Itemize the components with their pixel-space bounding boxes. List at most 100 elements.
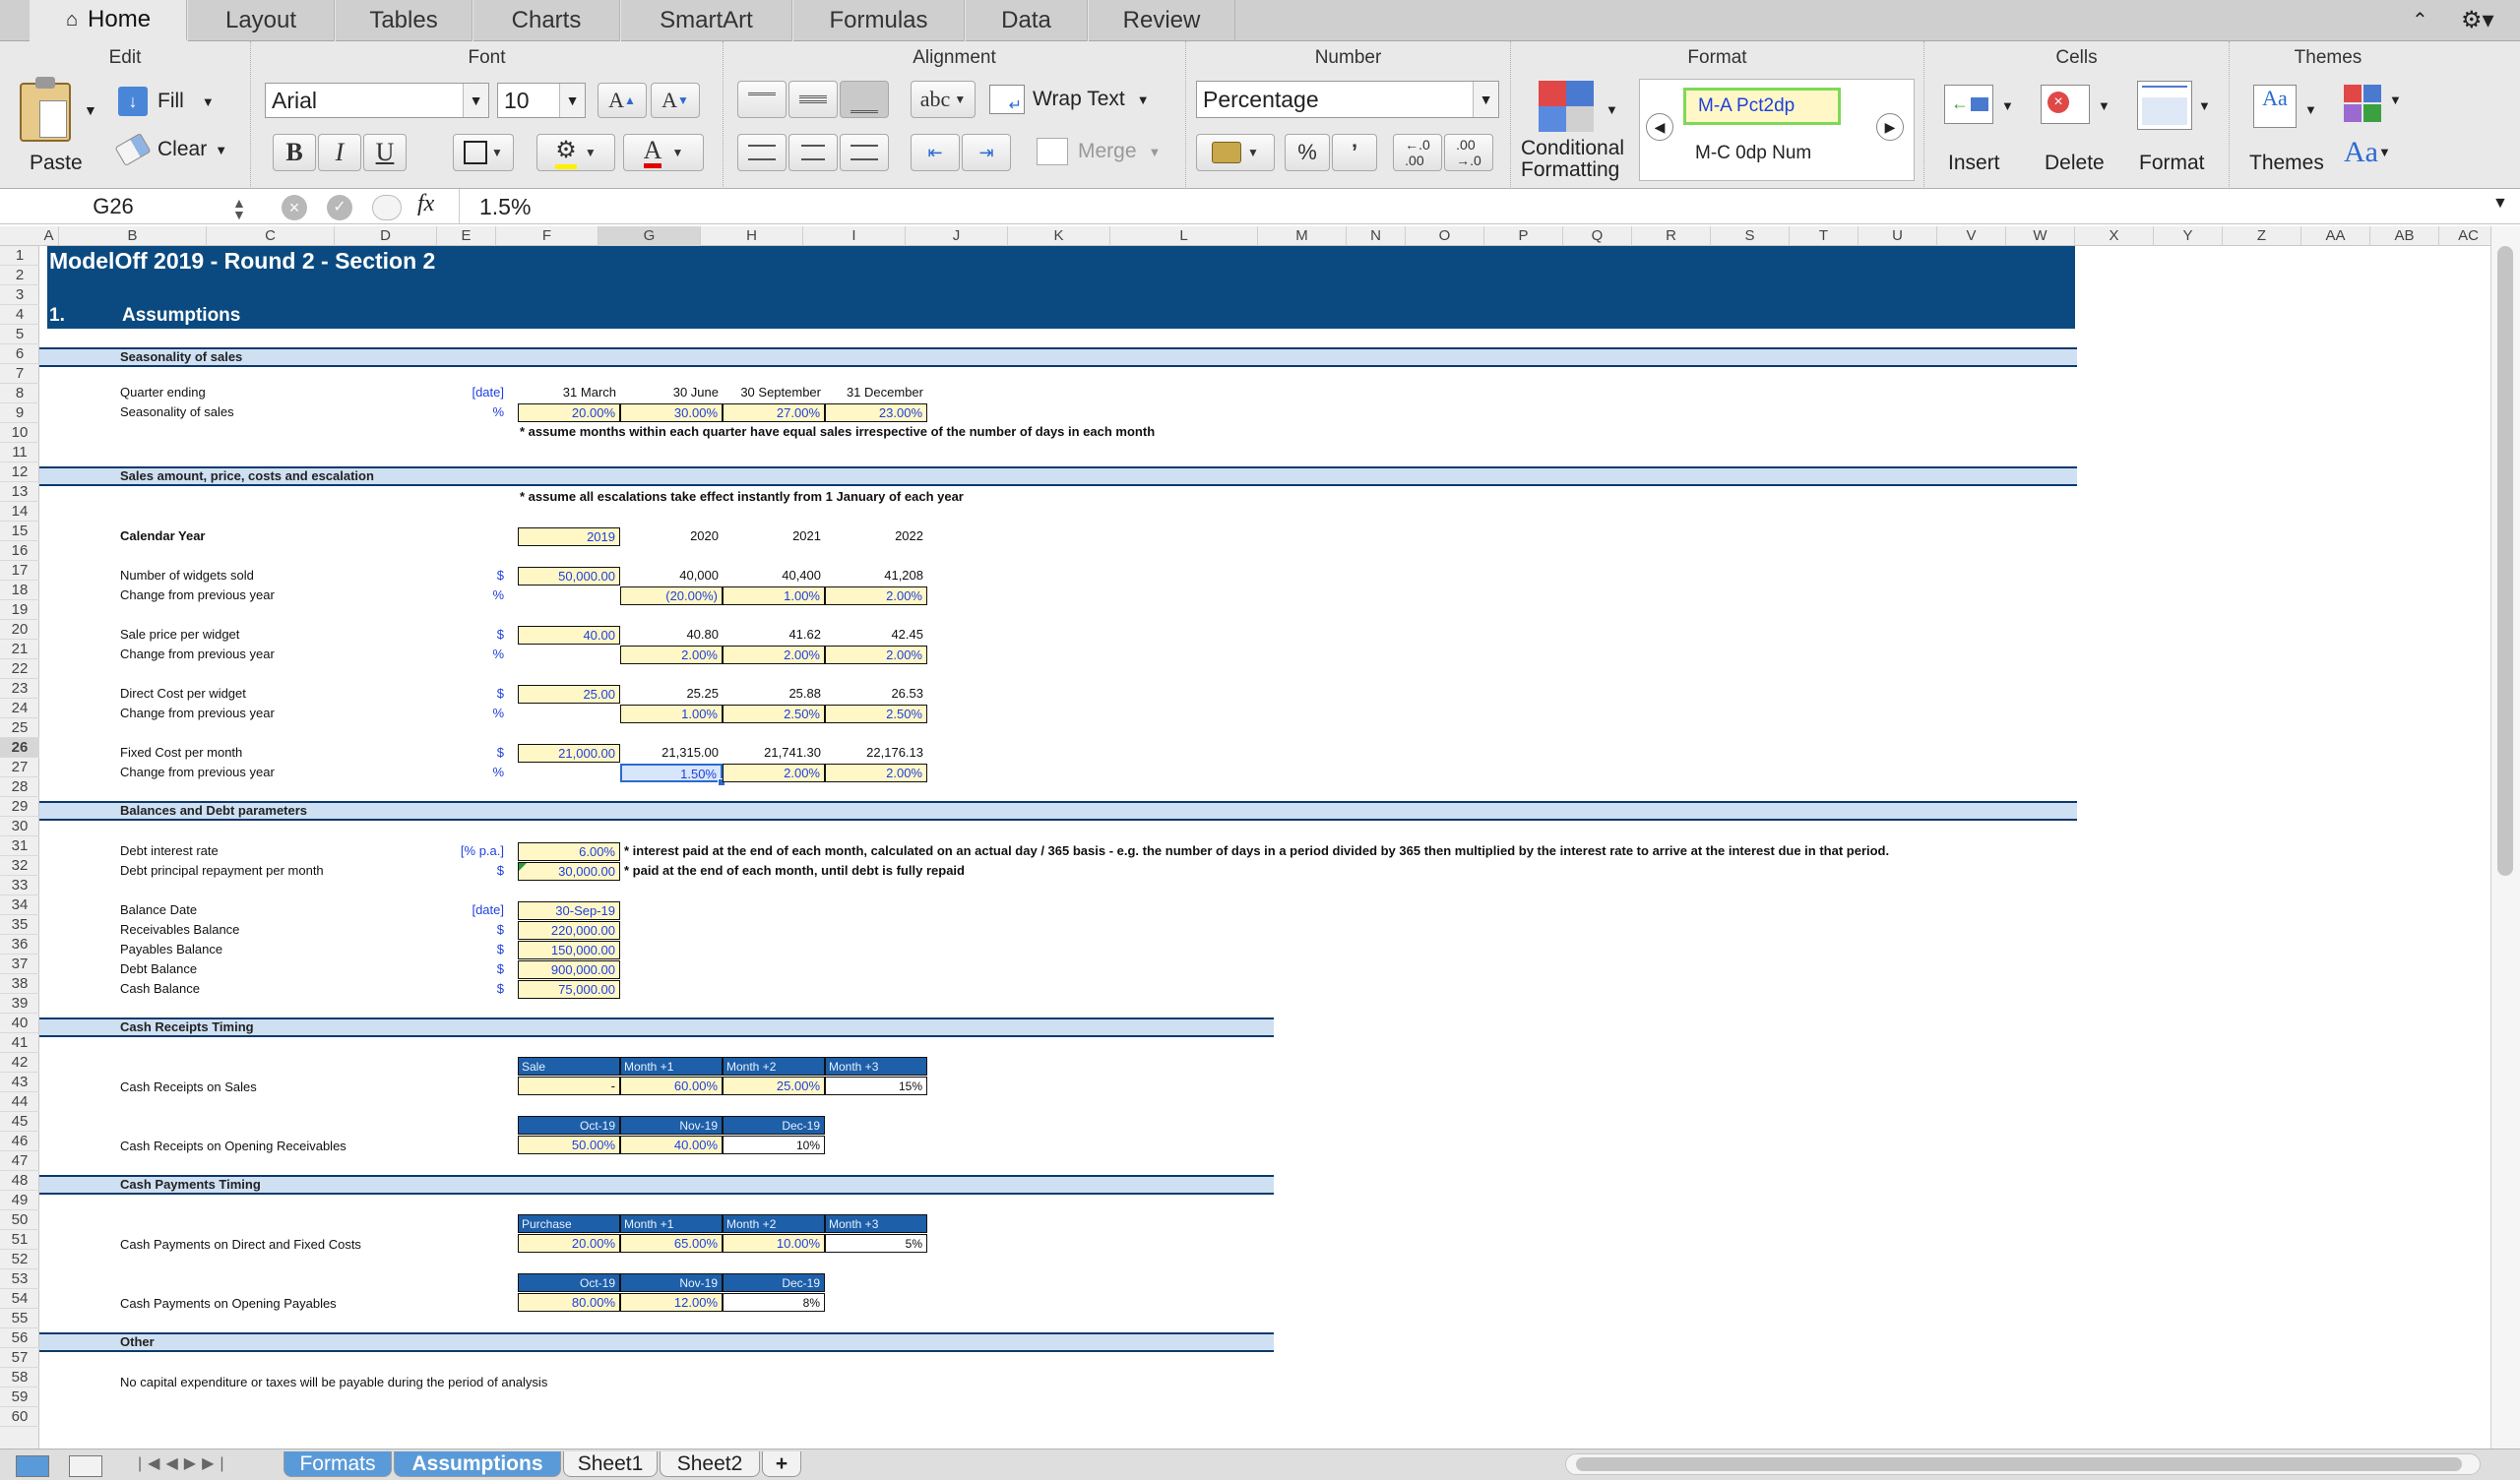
row-header[interactable]: 21 <box>0 640 39 659</box>
cost-change-2021-cell[interactable]: 2.50% <box>723 705 825 723</box>
decrease-font-size-button[interactable]: A ▼ <box>651 83 700 118</box>
chevron-down-icon[interactable]: ▼ <box>1606 102 1618 117</box>
scroll-thumb[interactable] <box>2497 246 2513 876</box>
row-header[interactable]: 22 <box>0 659 39 679</box>
cost-change-2022-cell[interactable]: 2.50% <box>825 705 927 723</box>
widgets-change-2020-cell[interactable]: (20.00%) <box>620 586 723 605</box>
balance-date-cell[interactable]: 30-Sep-19 <box>518 901 620 920</box>
column-header-aa[interactable]: AA <box>2301 226 2370 246</box>
row-header[interactable]: 46 <box>0 1132 39 1151</box>
payments-purchase-cell[interactable]: 20.00% <box>518 1234 620 1253</box>
row-header[interactable]: 28 <box>0 777 39 797</box>
conditional-formatting-button[interactable]: Conditional Formatting <box>1521 138 1624 181</box>
column-header-j[interactable]: J <box>906 226 1008 246</box>
row-header[interactable]: 10 <box>0 423 39 443</box>
sheet-tab-sheet2[interactable]: Sheet2 <box>660 1451 760 1477</box>
row-header[interactable]: 2 <box>0 266 39 285</box>
row-header[interactable]: 60 <box>0 1407 39 1427</box>
opening-payments-oct-cell[interactable]: 80.00% <box>518 1293 620 1312</box>
column-header-a[interactable]: A <box>39 226 59 246</box>
column-header-u[interactable]: U <box>1858 226 1937 246</box>
page-layout-view-icon[interactable] <box>69 1455 102 1477</box>
align-right-button[interactable] <box>840 134 889 171</box>
receipts-m1-cell[interactable]: 60.00% <box>620 1077 723 1095</box>
toggle-icon[interactable] <box>372 195 402 220</box>
percent-style-button[interactable]: % <box>1285 134 1330 171</box>
align-left-button[interactable] <box>737 134 787 171</box>
tab-formulas[interactable]: Formulas <box>792 0 965 41</box>
clear-button[interactable]: Clear ▼ <box>114 132 227 167</box>
column-header-g[interactable]: G <box>598 226 701 246</box>
row-header[interactable]: 48 <box>0 1171 39 1191</box>
row-header[interactable]: 44 <box>0 1092 39 1112</box>
row-header[interactable]: 4 <box>0 305 39 325</box>
row-header[interactable]: 52 <box>0 1250 39 1269</box>
debt-interest-cell[interactable]: 6.00% <box>518 842 620 861</box>
row-header[interactable]: 9 <box>0 403 39 423</box>
row-header[interactable]: 5 <box>0 325 39 344</box>
chevron-down-icon[interactable]: ▼ <box>2001 98 2014 113</box>
row-header[interactable]: 23 <box>0 679 39 699</box>
tab-smartart[interactable]: SmartArt <box>620 0 792 41</box>
insert-cells-icon[interactable]: ← <box>1944 85 1993 124</box>
enter-icon[interactable]: ✓ <box>327 195 352 220</box>
cash-balance-cell[interactable]: 75,000.00 <box>518 980 620 999</box>
seasonality-q2-cell[interactable]: 30.00% <box>620 403 723 422</box>
price-change-2022-cell[interactable]: 2.00% <box>825 646 927 664</box>
column-header-x[interactable]: X <box>2075 226 2154 246</box>
widgets-change-2022-cell[interactable]: 2.00% <box>825 586 927 605</box>
price-change-2021-cell[interactable]: 2.00% <box>723 646 825 664</box>
row-header[interactable]: 47 <box>0 1151 39 1171</box>
row-header[interactable]: 15 <box>0 522 39 541</box>
font-size-select[interactable]: 10 ▼ <box>497 83 586 118</box>
add-sheet-button[interactable]: + <box>762 1451 801 1477</box>
column-header-i[interactable]: I <box>803 226 906 246</box>
themes-icon[interactable]: Aa <box>2253 85 2297 128</box>
year-1-cell[interactable]: 2019 <box>518 527 620 546</box>
chevron-down-icon[interactable]: ▼ <box>2198 98 2211 113</box>
row-header[interactable]: 55 <box>0 1309 39 1328</box>
fill-color-button[interactable]: ⚙ ▼ <box>536 134 615 171</box>
receipts-m2-cell[interactable]: 25.00% <box>723 1077 825 1095</box>
opening-receipts-nov-cell[interactable]: 40.00% <box>620 1136 723 1154</box>
fixed-change-2021-cell[interactable]: 2.00% <box>723 764 825 782</box>
wrap-text-button[interactable]: ↵ Wrap Text ▼ <box>989 85 1150 114</box>
seasonality-q3-cell[interactable]: 27.00% <box>723 403 825 422</box>
row-header[interactable]: 40 <box>0 1014 39 1033</box>
seasonality-q4-cell[interactable]: 23.00% <box>825 403 927 422</box>
tab-data[interactable]: Data <box>965 0 1088 41</box>
row-header[interactable]: 37 <box>0 955 39 974</box>
row-header[interactable]: 20 <box>0 620 39 640</box>
cell-style-m-a-pct2dp[interactable]: M-A Pct2dp <box>1683 88 1841 125</box>
row-header[interactable]: 16 <box>0 541 39 561</box>
payables-cell[interactable]: 150,000.00 <box>518 941 620 959</box>
row-header[interactable]: 8 <box>0 384 39 403</box>
conditional-formatting-icon[interactable] <box>1539 81 1594 132</box>
delete-button[interactable]: Delete <box>2045 152 2105 175</box>
row-header[interactable]: 14 <box>0 502 39 522</box>
row-header[interactable]: 27 <box>0 758 39 777</box>
opening-receipts-oct-cell[interactable]: 50.00% <box>518 1136 620 1154</box>
fixed-cost-2019-cell[interactable]: 21,000.00 <box>518 744 620 763</box>
direct-cost-2019-cell[interactable]: 25.00 <box>518 685 620 704</box>
column-header-k[interactable]: K <box>1008 226 1110 246</box>
cancel-icon[interactable]: × <box>282 195 307 220</box>
row-header[interactable]: 11 <box>0 443 39 462</box>
increase-indent-button[interactable]: ⇥ <box>962 134 1011 171</box>
underline-button[interactable]: U <box>363 134 407 171</box>
format-cells-icon[interactable] <box>2137 81 2192 130</box>
orientation-button[interactable]: abc ▼ <box>911 81 976 118</box>
column-header-o[interactable]: O <box>1406 226 1484 246</box>
column-header-q[interactable]: Q <box>1563 226 1632 246</box>
row-header[interactable]: 12 <box>0 462 39 482</box>
gear-icon[interactable]: ⚙▾ <box>2461 6 2494 34</box>
column-header-n[interactable]: N <box>1347 226 1406 246</box>
row-header[interactable]: 31 <box>0 836 39 856</box>
payments-m1-cell[interactable]: 65.00% <box>620 1234 723 1253</box>
format-button[interactable]: Format <box>2139 152 2205 175</box>
row-header[interactable]: 36 <box>0 935 39 955</box>
row-header[interactable]: 34 <box>0 895 39 915</box>
debt-repayment-cell[interactable]: 30,000.00 <box>518 862 620 881</box>
borders-button[interactable]: ▼ <box>453 134 514 171</box>
receivables-cell[interactable]: 220,000.00 <box>518 921 620 940</box>
